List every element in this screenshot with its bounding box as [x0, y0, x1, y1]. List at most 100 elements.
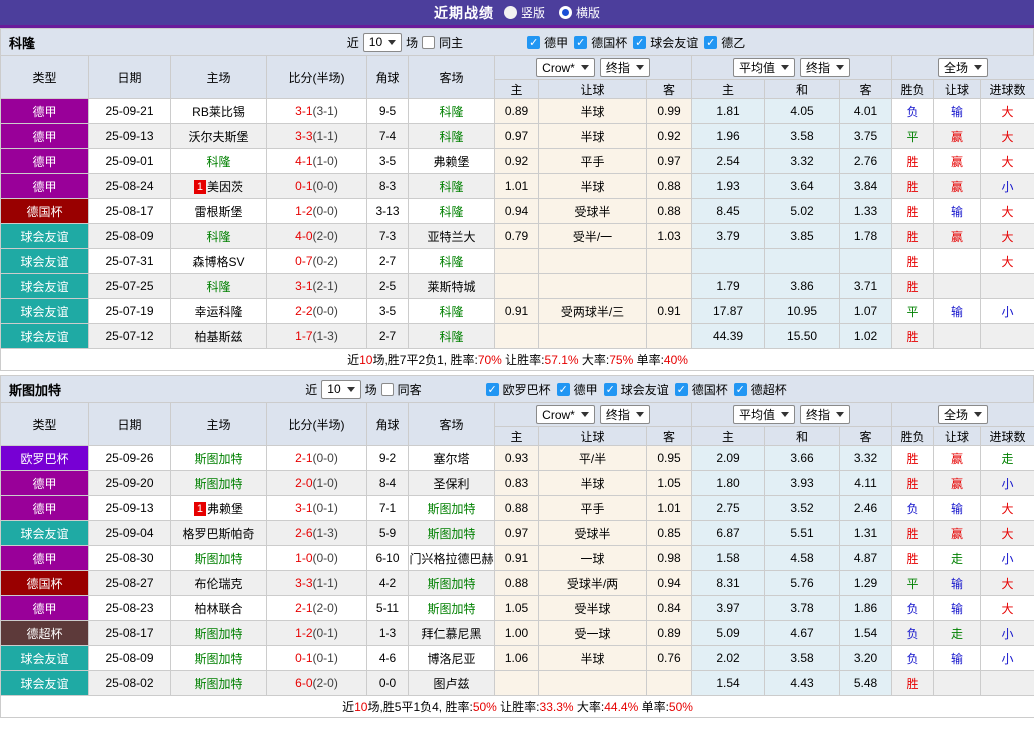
home-team-cell: 柏基斯兹	[171, 324, 267, 349]
avg-odds-cell: 3.64	[765, 174, 840, 199]
type-badge: 球会友谊	[1, 671, 89, 696]
score-cell: 3-1(2-1)	[267, 274, 367, 299]
avg-odds-cell: 1.93	[692, 174, 765, 199]
full-time-score: 6-0	[295, 676, 312, 690]
avg-odds-cell: 17.87	[692, 299, 765, 324]
odds-final-select[interactable]: 终指	[600, 405, 650, 424]
avg-odds-cell: 3.66	[765, 446, 840, 471]
odds-cell: 0.91	[495, 299, 539, 324]
avg-select[interactable]: 平均值	[733, 58, 795, 77]
avg-odds-cell: 44.39	[692, 324, 765, 349]
league-checkbox[interactable]	[527, 36, 540, 49]
half-time-score: (2-0)	[313, 676, 338, 690]
score-cell: 2-1(2-0)	[267, 596, 367, 621]
same-venue-label: 同客	[398, 381, 422, 398]
odds-cell: 1.01	[647, 496, 692, 521]
table-row: 球会友谊25-08-09科隆4-0(2-0)7-3亚特兰大0.79受半/一1.0…	[1, 224, 1034, 249]
result-cell: 胜	[892, 546, 934, 571]
date-cell: 25-07-12	[89, 324, 171, 349]
league-filters: 欧罗巴杯德甲球会友谊德国杯德超杯	[486, 381, 789, 398]
radio-unselected-icon[interactable]	[504, 6, 517, 19]
odds-source-select[interactable]: Crow*	[536, 58, 595, 77]
result-cell: 赢	[934, 521, 981, 546]
type-badge: 球会友谊	[1, 299, 89, 324]
team-label: 科隆	[439, 305, 463, 319]
home-team-cell: 格罗巴斯帕奇	[171, 521, 267, 546]
avg-odds-cell: 3.32	[840, 446, 892, 471]
odds-cell: 受球半	[539, 521, 647, 546]
result-cell: 平	[892, 571, 934, 596]
team-label: 森博格SV	[192, 255, 244, 269]
home-team-cell: 斯图加特	[171, 646, 267, 671]
match-count-select[interactable]: 10	[321, 380, 360, 399]
col-header-avg-draw: 和	[765, 427, 840, 446]
league-checkbox[interactable]	[486, 383, 499, 396]
summary-part: 大率:	[579, 353, 610, 367]
odds-cell: 0.88	[495, 496, 539, 521]
corner-cell: 3-5	[367, 149, 409, 174]
score-cell: 1-7(1-3)	[267, 324, 367, 349]
odds-cell	[495, 324, 539, 349]
away-team-cell: 科隆	[409, 324, 495, 349]
date-cell: 25-09-01	[89, 149, 171, 174]
chevron-down-icon	[974, 65, 982, 70]
scope-select[interactable]: 全场	[938, 405, 988, 424]
summary-part: 50%	[669, 700, 693, 714]
team-label: 美因茨	[207, 180, 243, 194]
result-cell: 输	[934, 646, 981, 671]
odds-source-select[interactable]: Crow*	[536, 405, 595, 424]
scope-select[interactable]: 全场	[938, 58, 988, 77]
league-checkbox[interactable]	[675, 383, 688, 396]
odds-cell: 0.94	[647, 571, 692, 596]
home-team-cell: 斯图加特	[171, 671, 267, 696]
odds-cell: 半球	[539, 471, 647, 496]
avg-odds-cell: 2.75	[692, 496, 765, 521]
result-cell: 小	[981, 621, 1034, 646]
odds-cell: 0.92	[495, 149, 539, 174]
team-label: 柏林联合	[194, 602, 242, 616]
type-badge: 德甲	[1, 174, 89, 199]
avg-odds-cell: 2.09	[692, 446, 765, 471]
summary-part: 单率:	[633, 353, 664, 367]
team-label: 科隆	[439, 105, 463, 119]
avg-final-select[interactable]: 终指	[800, 405, 850, 424]
result-cell: 胜	[892, 174, 934, 199]
league-checkbox[interactable]	[574, 36, 587, 49]
avg-final-select[interactable]: 终指	[800, 58, 850, 77]
full-time-score: 2-1	[295, 601, 312, 615]
league-checkbox[interactable]	[734, 383, 747, 396]
corner-cell: 7-1	[367, 496, 409, 521]
col-header-result-goals: 进球数	[981, 80, 1034, 99]
table-row: 德国杯25-08-17雷根斯堡1-2(0-0)3-13科隆0.94受球半0.88…	[1, 199, 1034, 224]
vertical-view-option[interactable]: 竖版	[504, 4, 545, 21]
score-cell: 3-1(3-1)	[267, 99, 367, 124]
result-cell: 赢	[934, 174, 981, 199]
horizontal-view-option[interactable]: 横版	[559, 4, 600, 21]
avg-odds-cell: 1.79	[692, 274, 765, 299]
near-label: 近	[305, 381, 317, 398]
date-cell: 25-07-19	[89, 299, 171, 324]
rank-badge: 1	[194, 502, 206, 516]
odds-final-select[interactable]: 终指	[600, 58, 650, 77]
league-checkbox[interactable]	[557, 383, 570, 396]
result-cell: 大	[981, 521, 1034, 546]
score-cell: 1-2(0-1)	[267, 621, 367, 646]
league-checkbox[interactable]	[704, 36, 717, 49]
corner-cell: 9-5	[367, 99, 409, 124]
score-cell: 2-6(1-3)	[267, 521, 367, 546]
result-cell: 输	[934, 496, 981, 521]
score-cell: 2-1(0-0)	[267, 446, 367, 471]
half-time-score: (1-3)	[313, 526, 338, 540]
same-venue-checkbox[interactable]	[422, 36, 435, 49]
match-count-select[interactable]: 10	[363, 33, 402, 52]
odds-cell: 半球	[539, 646, 647, 671]
avg-select[interactable]: 平均值	[733, 405, 795, 424]
league-checkbox[interactable]	[633, 36, 646, 49]
type-badge: 球会友谊	[1, 646, 89, 671]
same-venue-checkbox[interactable]	[381, 383, 394, 396]
result-cell: 走	[934, 546, 981, 571]
half-time-score: (1-1)	[313, 129, 338, 143]
summary-part: 近	[347, 353, 359, 367]
radio-selected-icon[interactable]	[559, 6, 572, 19]
league-checkbox[interactable]	[604, 383, 617, 396]
